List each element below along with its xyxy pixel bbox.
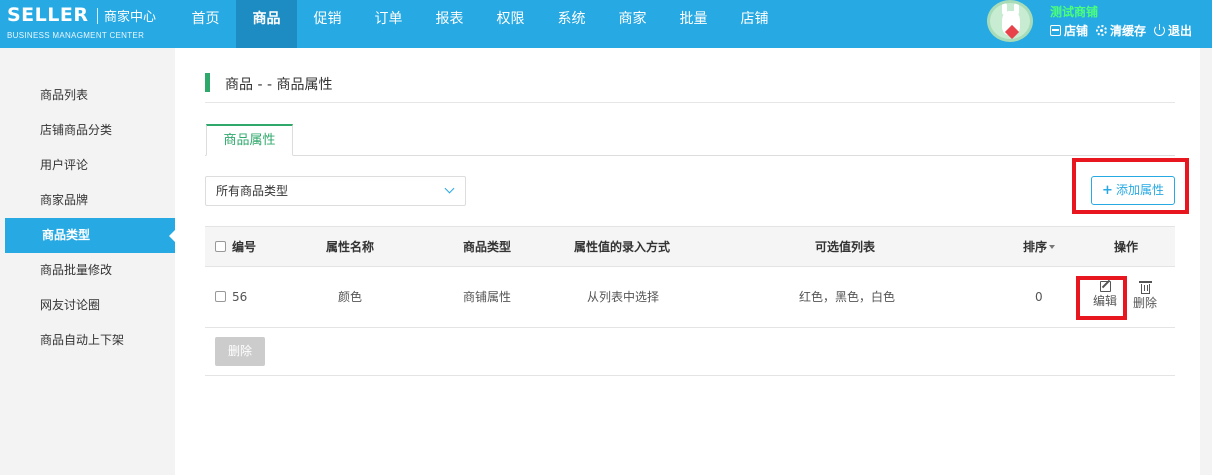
trash-icon [1138, 281, 1152, 294]
main-content: 商品 - - 商品属性 商品属性 所有商品类型 + 添加属性 编号 属性名称 商品… [175, 48, 1200, 475]
logo-text: SELLER [7, 4, 89, 26]
logout-link[interactable]: 退出 [1154, 22, 1192, 39]
shop-name[interactable]: 测试商铺 [1050, 3, 1098, 20]
top-links: 店铺 清缓存 退出 [1050, 22, 1192, 39]
cell-id: 56 [215, 267, 247, 327]
gear-icon [1096, 25, 1108, 36]
nav-orders[interactable]: 订单 [358, 0, 419, 48]
nav-merchant[interactable]: 商家 [602, 0, 663, 48]
header-input-method: 属性值的录入方式 [574, 240, 671, 254]
page-title: 商品 - - 商品属性 [225, 77, 333, 93]
sidebar-item-brands[interactable]: 商家品牌 [0, 183, 175, 218]
edit-icon [1099, 281, 1111, 292]
bulk-delete-button[interactable]: 删除 [215, 337, 265, 366]
top-nav: 首页 商品 促销 订单 报表 权限 系统 商家 批量 店铺 [175, 0, 785, 48]
header-actions: 操作 [1114, 240, 1139, 254]
title-accent-bar [205, 73, 210, 92]
table-footer-divider [205, 375, 1175, 376]
store-icon [1050, 25, 1061, 36]
select-all-checkbox[interactable] [215, 241, 226, 252]
nav-reports[interactable]: 报表 [419, 0, 480, 48]
sidebar-item-goods-list[interactable]: 商品列表 [0, 78, 175, 113]
header-id: 编号 [215, 227, 256, 268]
edit-label: 编辑 [1092, 294, 1117, 308]
edit-button[interactable]: 编辑 [1090, 281, 1120, 308]
add-attribute-label: 添加属性 [1115, 183, 1164, 197]
nav-shop[interactable]: 店铺 [724, 0, 785, 48]
nav-system[interactable]: 系统 [541, 0, 602, 48]
header-options: 可选值列表 [815, 240, 876, 254]
add-attribute-button[interactable]: + 添加属性 [1091, 176, 1175, 205]
chevron-down-icon [444, 183, 455, 194]
cell-name: 颜色 [338, 290, 363, 304]
sidebar-item-auto-shelf[interactable]: 商品自动上下架 [0, 323, 175, 358]
nav-batch[interactable]: 批量 [663, 0, 724, 48]
header-type: 商品类型 [463, 240, 512, 254]
logo-subtitle: 商家中心 [104, 10, 157, 25]
logo-english: BUSINESS MANAGMENT CENTER [7, 31, 145, 40]
logo-divider [97, 8, 98, 24]
table-header: 编号 属性名称 商品类型 属性值的录入方式 可选值列表 排序 操作 [205, 226, 1175, 267]
avatar[interactable] [987, 0, 1033, 42]
delete-button[interactable]: 删除 [1130, 281, 1160, 310]
header-id-label: 编号 [232, 240, 257, 254]
title-divider [205, 102, 1175, 103]
row-checkbox[interactable] [215, 291, 226, 302]
cell-input-method: 从列表中选择 [587, 290, 660, 304]
header-sort[interactable]: 排序 [1023, 227, 1056, 268]
nav-goods[interactable]: 商品 [236, 0, 297, 48]
cell-sort: 0 [1035, 290, 1043, 304]
cell-id-value: 56 [232, 290, 248, 304]
header-name: 属性名称 [326, 240, 375, 254]
sidebar-item-user-comments[interactable]: 用户评论 [0, 148, 175, 183]
store-link[interactable]: 店铺 [1050, 22, 1088, 39]
clear-cache-link[interactable]: 清缓存 [1096, 22, 1146, 39]
table-row: 56 颜色 商铺属性 从列表中选择 红色，黑色，白色 0 编辑 删除 [205, 267, 1175, 328]
nav-home[interactable]: 首页 [175, 0, 236, 48]
sidebar-item-shop-category[interactable]: 店铺商品分类 [0, 113, 175, 148]
sort-caret-icon [1049, 245, 1056, 249]
top-header: SELLER 商家中心 BUSINESS MANAGMENT CENTER 首页… [0, 0, 1212, 48]
nav-promotion[interactable]: 促销 [297, 0, 358, 48]
goods-type-select-value: 所有商品类型 [216, 184, 289, 198]
logo[interactable]: SELLER 商家中心 BUSINESS MANAGMENT CENTER [7, 2, 177, 46]
goods-type-select[interactable]: 所有商品类型 [205, 176, 466, 206]
tab-divider [205, 155, 1175, 156]
tab-goods-attributes[interactable]: 商品属性 [206, 124, 293, 156]
cell-type: 商铺属性 [463, 290, 512, 304]
power-icon [1154, 24, 1166, 36]
sidebar-item-goods-type[interactable]: 商品类型 [5, 218, 176, 253]
sidebar-item-batch-edit[interactable]: 商品批量修改 [0, 253, 175, 288]
sidebar-item-discussion[interactable]: 网友讨论圈 [0, 288, 175, 323]
header-sort-label: 排序 [1023, 240, 1048, 254]
nav-permissions[interactable]: 权限 [480, 0, 541, 48]
sidebar: 商品列表 店铺商品分类 用户评论 商家品牌 商品类型 商品批量修改 网友讨论圈 … [0, 48, 176, 475]
cell-options: 红色，黑色，白色 [799, 290, 896, 304]
plus-icon: + [1102, 183, 1113, 198]
logout-label: 退出 [1168, 24, 1193, 38]
store-link-label: 店铺 [1064, 24, 1089, 38]
delete-label: 删除 [1132, 296, 1157, 310]
clear-cache-label: 清缓存 [1110, 24, 1147, 38]
